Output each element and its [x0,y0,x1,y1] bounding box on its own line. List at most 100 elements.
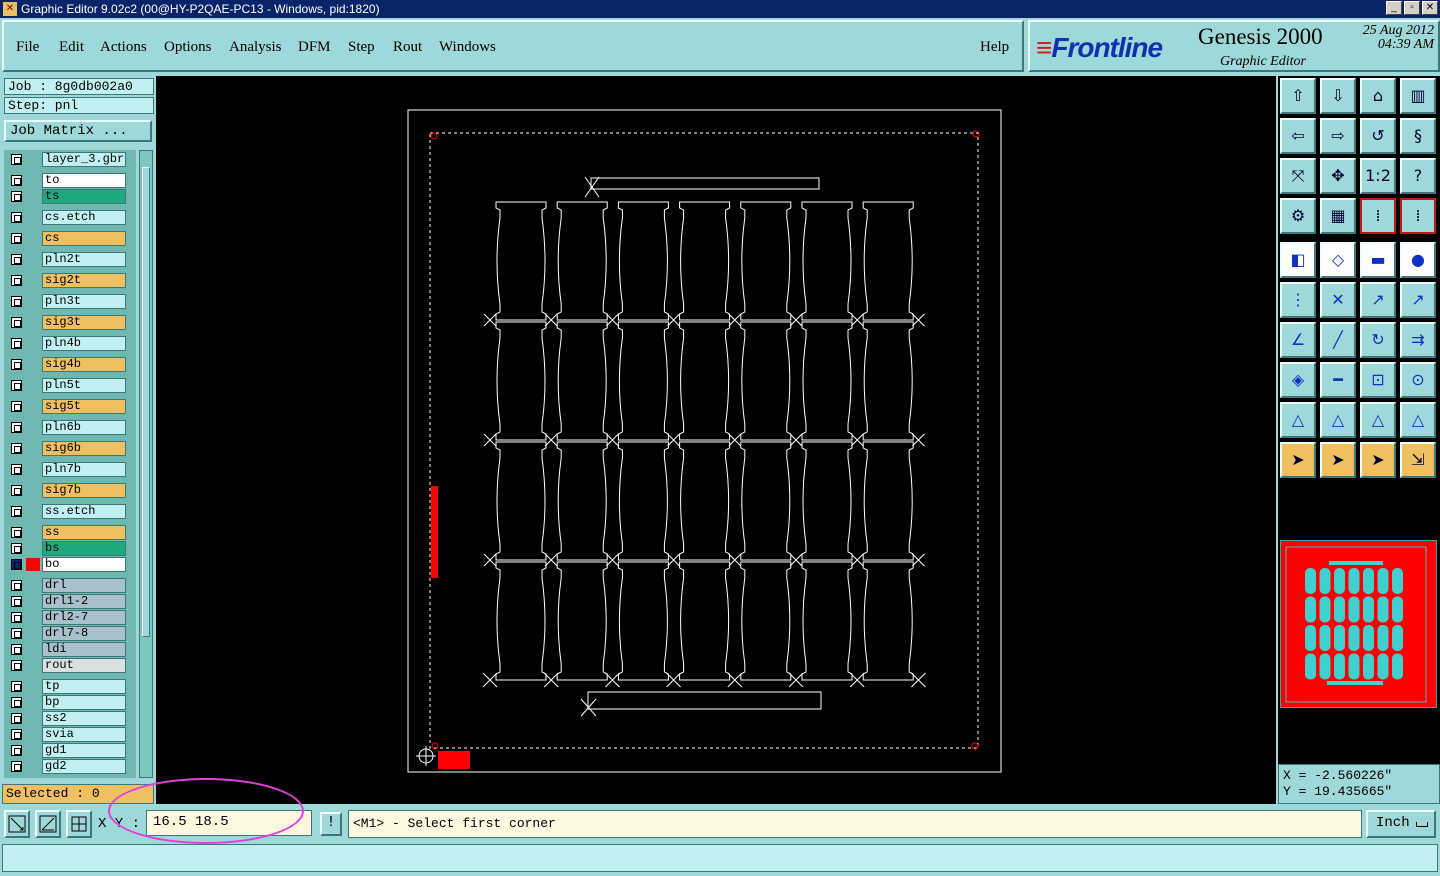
menu-windows[interactable]: Windows [439,39,496,56]
add-pad-icon[interactable]: ◈ [1280,362,1316,398]
panel-icon[interactable]: ▥ [1400,78,1436,114]
layer-checkbox[interactable] [11,338,22,349]
home-icon[interactable]: ⌂ [1360,78,1396,114]
layer-name[interactable]: sig4b [42,357,126,372]
layer-checkbox[interactable] [11,233,22,244]
tools-icon[interactable]: ⚙ [1280,198,1316,234]
help-icon[interactable]: ? [1400,158,1436,194]
layer-checkbox[interactable] [11,644,22,655]
flip-icon[interactable]: ↺ [1360,118,1396,154]
layer-row[interactable]: ts [6,189,126,204]
layer-row[interactable]: rout [6,658,126,673]
layer-checkbox[interactable] [11,596,22,607]
menu-file[interactable]: File [16,39,39,56]
triangle2-icon[interactable]: △ [1320,402,1356,438]
select-box-icon[interactable]: ➤ [1320,442,1356,478]
minimize-button[interactable]: _ [1386,1,1402,15]
shapes-icon[interactable]: ⊙ [1400,362,1436,398]
layer-checkbox[interactable] [11,745,22,756]
layer-row[interactable]: to [6,173,126,188]
scroll-thumb[interactable] [142,167,150,637]
menu-dfm[interactable]: DFM [298,39,331,56]
layer-checkbox[interactable] [11,527,22,538]
layer-row[interactable]: cs [6,231,126,246]
select-net-icon[interactable]: ⇲ [1400,442,1436,478]
layer-row[interactable]: sig3t [6,315,126,330]
layer-row[interactable]: bo [6,557,126,572]
measure-icon[interactable]: ⊡ [1360,362,1396,398]
layer-row[interactable]: sig5t [6,399,126,414]
grid-snap-button[interactable] [66,810,92,838]
layer-checkbox[interactable] [11,559,22,570]
layer-checkbox[interactable] [11,713,22,724]
layer-name[interactable]: ss2 [42,711,126,726]
layer-name[interactable]: pln2t [42,252,126,267]
menu-step[interactable]: Step [348,39,375,56]
menu-analysis[interactable]: Analysis [229,39,282,56]
layer-row[interactable]: pln3t [6,294,126,309]
zoom-1-2-icon[interactable]: 1:2 [1360,158,1396,194]
nodes-icon[interactable]: ⋮ [1280,282,1316,318]
layer-row[interactable]: ss.etch [6,504,126,519]
layer-name[interactable]: rout [42,658,126,673]
layer-row[interactable]: tp [6,679,126,694]
layer-row[interactable]: gd1 [6,743,126,758]
layer-row[interactable]: drl7-8 [6,626,126,641]
layer-checkbox[interactable] [11,464,22,475]
layer-name[interactable]: drl2-7 [42,610,126,625]
layer-row[interactable]: pln6b [6,420,126,435]
layer-name[interactable]: ts [42,189,126,204]
layer-name[interactable]: bs [42,541,126,556]
snap-icon[interactable]: ⁞ [1360,198,1396,234]
layer-row[interactable]: cs.etch [6,210,126,225]
triangle3-icon[interactable]: △ [1360,402,1396,438]
arc-icon[interactable]: ↻ [1360,322,1396,358]
line-icon[interactable]: ╱ [1320,322,1356,358]
units-select[interactable]: Inch [1366,810,1436,838]
layer-checkbox[interactable] [11,175,22,186]
layer-checkbox[interactable] [11,296,22,307]
layer-name[interactable]: bo [42,557,126,572]
layer-row[interactable]: pln4b [6,336,126,351]
layer-row[interactable]: bp [6,695,126,710]
layer-name[interactable]: cs [42,231,126,246]
select-icon[interactable]: ➤ [1280,442,1316,478]
erase-icon[interactable]: ◇ [1320,242,1356,278]
layer-checkbox[interactable] [11,212,22,223]
layer-name[interactable]: pln7b [42,462,126,477]
layer-row[interactable]: layer_3.gbr [6,152,126,167]
maximize-button[interactable]: ▫ [1404,1,1420,15]
layer-name[interactable]: sig3t [42,315,126,330]
layer-name[interactable]: svia [42,727,126,742]
layer-checkbox[interactable] [11,729,22,740]
layer-checkbox[interactable] [11,681,22,692]
layer-name[interactable]: ss.etch [42,504,126,519]
angle-snap-button[interactable] [35,810,61,838]
layer-row[interactable]: bs [6,541,126,556]
triangle4-icon[interactable]: △ [1400,402,1436,438]
zoom-center-icon[interactable]: ✥ [1320,158,1356,194]
line-h-icon[interactable]: ━ [1320,362,1356,398]
menu-options[interactable]: Options [164,39,212,56]
layer-row[interactable]: ss2 [6,711,126,726]
layer-name[interactable]: layer_3.gbr [42,152,126,167]
pad-icon[interactable]: ● [1400,242,1436,278]
delete-icon[interactable]: ✕ [1320,282,1356,318]
menu-rout[interactable]: Rout [393,39,422,56]
layer-checkbox[interactable] [11,628,22,639]
angle-icon[interactable]: ∠ [1280,322,1316,358]
layer-checkbox[interactable] [11,380,22,391]
layer-name[interactable]: sig7b [42,483,126,498]
layer-row[interactable]: ss [6,525,126,540]
layer-checkbox[interactable] [11,580,22,591]
layer-name[interactable]: ss [42,525,126,540]
layer-checkbox[interactable] [11,317,22,328]
layer-name[interactable]: gd2 [42,759,126,774]
layer-list-scrollbar[interactable] [139,150,153,778]
copy-icon[interactable]: ↗ [1400,282,1436,318]
back-icon[interactable]: ⇦ [1280,118,1316,154]
layer-checkbox[interactable] [11,422,22,433]
layer-name[interactable]: drl [42,578,126,593]
layer-name[interactable]: cs.etch [42,210,126,225]
layer-checkbox[interactable] [11,191,22,202]
